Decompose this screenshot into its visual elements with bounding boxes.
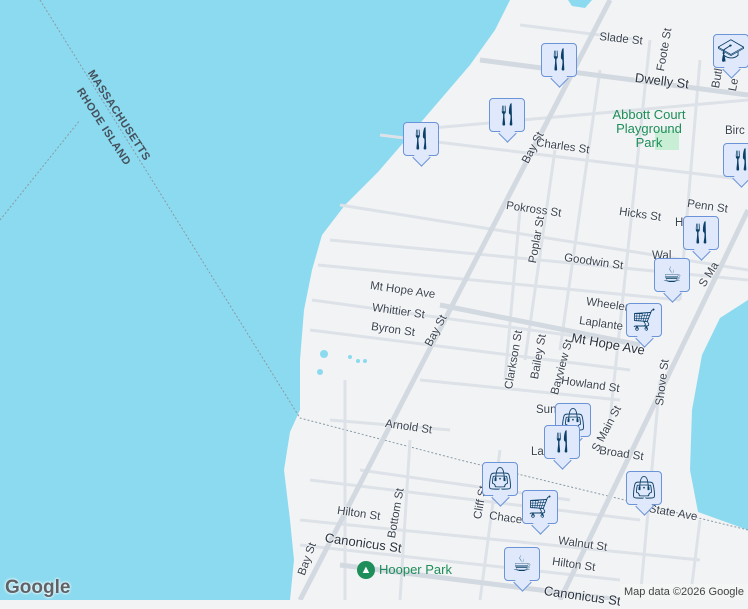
park-hooper[interactable]: ▲ Hooper Park bbox=[357, 561, 452, 579]
tree-icon: ▲ bbox=[357, 561, 375, 579]
shopping-bag-icon[interactable]: 👜︎ bbox=[626, 471, 662, 505]
street-label: Sun bbox=[536, 404, 557, 416]
fork-knife-icon[interactable]: 🍴︎ bbox=[683, 216, 719, 250]
shopping-bag-icon[interactable]: 👜︎ bbox=[482, 462, 518, 496]
park-label-abbott-court[interactable]: Abbott Court Playground Park bbox=[604, 108, 694, 150]
fork-knife-icon[interactable]: 🍴︎ bbox=[544, 425, 580, 459]
shopping-cart-icon[interactable]: 🛒︎ bbox=[522, 490, 558, 524]
fork-knife-icon[interactable]: 🍴︎ bbox=[489, 98, 525, 132]
street-label: La bbox=[531, 446, 544, 458]
fork-knife-icon[interactable]: 🍴︎ bbox=[723, 143, 748, 177]
street-label: Birc bbox=[725, 125, 745, 137]
shopping-cart-icon[interactable]: 🛒︎ bbox=[626, 303, 662, 337]
coffee-cup-icon[interactable]: ☕︎ bbox=[654, 258, 690, 292]
fork-knife-icon[interactable]: 🍴︎ bbox=[541, 43, 577, 77]
fork-knife-icon[interactable]: 🍴︎ bbox=[403, 122, 439, 156]
coffee-cup-icon[interactable]: ☕︎ bbox=[504, 547, 540, 581]
map-attribution[interactable]: Map data ©2026 Google bbox=[619, 584, 748, 600]
google-logo[interactable]: Google bbox=[5, 577, 70, 599]
street-label: Le bbox=[727, 77, 742, 93]
graduation-cap-icon[interactable]: 🎓︎ bbox=[713, 34, 748, 68]
park-label-hooper: Hooper Park bbox=[379, 562, 452, 577]
